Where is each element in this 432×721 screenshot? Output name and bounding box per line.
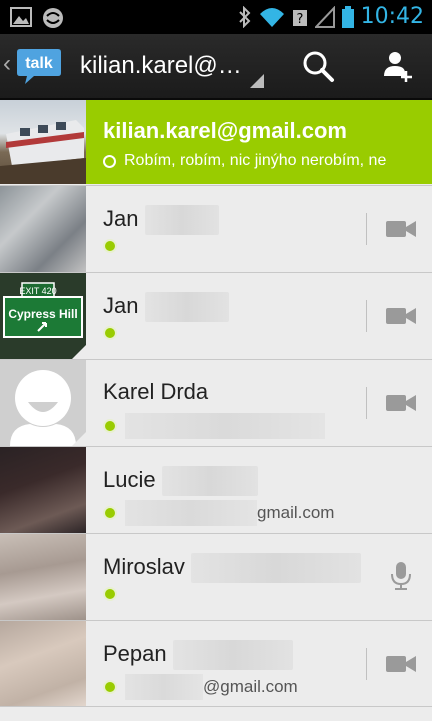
divider — [366, 648, 367, 680]
signal-icon — [314, 5, 335, 28]
up-caret-icon[interactable]: ‹ — [3, 52, 11, 76]
contact-avatar[interactable] — [0, 447, 86, 533]
wifi-icon — [259, 7, 284, 27]
sync-notification-icon — [43, 8, 63, 28]
video-icon[interactable] — [384, 651, 418, 677]
online-status-icon — [103, 587, 117, 601]
contact-status — [103, 587, 117, 601]
contact-avatar[interactable] — [0, 360, 86, 446]
my-avatar-photo[interactable] — [0, 100, 86, 184]
search-button[interactable] — [296, 46, 340, 86]
contact-avatar[interactable]: EXIT 420 Cypress Hill — [0, 273, 86, 359]
online-status-icon — [103, 326, 117, 340]
contact-status — [103, 326, 117, 340]
contact-avatar[interactable] — [0, 621, 86, 707]
video-icon[interactable] — [384, 216, 418, 242]
contact-status-text: @gmail.com — [203, 677, 298, 696]
contact-row[interactable]: Karel Drda — [0, 359, 432, 446]
contact-status: @gmail.com — [103, 674, 298, 700]
my-email: kilian.karel@gmail.com — [103, 118, 347, 143]
contact-name: Lucie — [103, 466, 258, 496]
contact-row[interactable]: Lucie gmail.com — [0, 446, 432, 533]
svg-text:?: ? — [296, 12, 303, 27]
action-bar: ‹ talk kilian.karel@… — [0, 34, 432, 100]
divider — [366, 387, 367, 419]
add-person-icon — [384, 52, 412, 82]
my-status-text: Robím, robím, nic jinýho nerobím, ne — [124, 152, 387, 169]
online-status-icon — [103, 680, 117, 694]
contact-status — [103, 413, 325, 439]
my-account-row[interactable]: kilian.karel@gmail.com Robím, robím, nic… — [0, 100, 432, 184]
video-icon[interactable] — [384, 390, 418, 416]
train-photo — [0, 120, 86, 184]
next-contact-row[interactable] — [0, 706, 432, 721]
contact-status-text: gmail.com — [257, 503, 335, 522]
contact-row[interactable]: Jan — [0, 185, 432, 272]
no-signal-icon: ? — [292, 9, 307, 27]
clock: 10:42 — [360, 4, 424, 29]
my-status[interactable]: Robím, robím, nic jinýho nerobím, ne — [103, 152, 386, 170]
online-status-icon — [103, 239, 117, 253]
contact-name: Pepan — [103, 640, 293, 670]
divider — [366, 300, 367, 332]
sign-exit-text: EXIT 420 — [19, 286, 56, 296]
contact-row[interactable]: EXIT 420 Cypress Hill Jan — [0, 272, 432, 359]
battery-icon — [341, 5, 354, 28]
account-dropdown-icon[interactable] — [250, 74, 264, 88]
search-icon — [303, 51, 334, 82]
contact-status: gmail.com — [103, 500, 334, 526]
contact-name: Jan — [103, 292, 229, 322]
contact-name: Karel Drda — [103, 379, 209, 404]
contact-name: Jan — [103, 205, 219, 235]
contact-status — [103, 239, 117, 253]
contact-avatar[interactable] — [0, 534, 86, 620]
account-selector[interactable]: kilian.karel@… — [80, 52, 242, 80]
contact-row[interactable]: Pepan @gmail.com — [0, 620, 432, 707]
image-notification-icon — [10, 7, 32, 27]
status-bar: ? 10:42 — [0, 0, 432, 34]
contact-row[interactable]: Miroslav — [0, 533, 432, 620]
status-ring-icon — [103, 154, 116, 168]
video-icon[interactable] — [384, 303, 418, 329]
talk-logo-icon[interactable]: talk — [16, 46, 62, 86]
microphone-icon[interactable] — [384, 560, 418, 592]
online-status-icon — [103, 506, 117, 520]
talk-logo-text: talk — [25, 55, 53, 72]
add-friend-button[interactable] — [376, 46, 420, 86]
online-status-icon — [103, 419, 117, 433]
sign-place-text: Cypress Hill — [8, 307, 77, 321]
contact-name: Miroslav — [103, 553, 362, 583]
divider — [366, 213, 367, 245]
contact-avatar[interactable] — [0, 186, 86, 272]
bluetooth-icon — [238, 5, 251, 28]
